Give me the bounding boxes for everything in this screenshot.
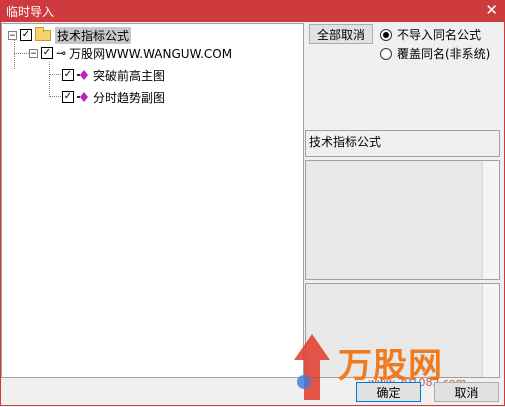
- description-panel[interactable]: [305, 160, 500, 280]
- skip-duplicates-option[interactable]: 不导入同名公式: [380, 26, 481, 43]
- formula-icon: [77, 70, 88, 80]
- tree-node-formula[interactable]: ✓ 分时趋势副图: [62, 88, 165, 106]
- category-label: 技术指标公式: [309, 135, 382, 149]
- tree-node-label: 技术指标公式: [55, 26, 132, 44]
- ok-button[interactable]: 确定: [356, 382, 421, 402]
- option-label: 不导入同名公式: [397, 28, 482, 42]
- key-icon: ⊸: [56, 46, 67, 60]
- collapse-icon[interactable]: −: [29, 48, 38, 58]
- tree-node-label: 突破前高主图: [93, 68, 166, 83]
- option-label: 覆盖同名(非系统): [397, 47, 491, 61]
- title-bar: 临时导入 ✕: [0, 0, 505, 22]
- tree-connector: [49, 62, 50, 97]
- tree-node-label: 分时趋势副图: [93, 90, 166, 105]
- close-icon[interactable]: ✕: [485, 1, 498, 19]
- radio-button[interactable]: [380, 47, 392, 60]
- cancel-button[interactable]: 取消: [434, 382, 499, 402]
- formula-tree[interactable]: − ✓ 技术指标公式 − ✓ ⊸ 万股网WWW.WANGUW.COM ✓ 突破前…: [1, 23, 304, 378]
- tree-node-root[interactable]: − ✓ 技术指标公式: [8, 26, 132, 44]
- formula-checkbox[interactable]: ✓: [62, 91, 74, 103]
- tree-node-formula[interactable]: ✓ 突破前高主图: [62, 66, 165, 84]
- folder-icon: [35, 26, 51, 41]
- scrollbar[interactable]: [482, 161, 499, 279]
- overwrite-option[interactable]: 覆盖同名(非系统): [380, 45, 490, 62]
- radio-button[interactable]: [380, 28, 392, 41]
- collapse-icon[interactable]: −: [8, 30, 17, 40]
- tree-connector: [14, 53, 29, 54]
- root-checkbox[interactable]: ✓: [20, 29, 32, 41]
- source-checkbox[interactable]: ✓: [41, 47, 53, 59]
- formula-icon: [77, 92, 88, 102]
- tree-node-label: 万股网WWW.WANGUW.COM: [69, 46, 233, 61]
- window-title: 临时导入: [6, 5, 55, 19]
- toggle-all-button[interactable]: 全部取消: [309, 24, 373, 44]
- scrollbar[interactable]: [482, 284, 499, 377]
- tree-connector: [49, 74, 61, 75]
- brand-logo-icon: [294, 334, 330, 400]
- formula-checkbox[interactable]: ✓: [62, 69, 74, 81]
- tree-node-source[interactable]: − ✓ ⊸ 万股网WWW.WANGUW.COM: [29, 44, 232, 62]
- tree-connector: [49, 96, 61, 97]
- category-info: 技术指标公式: [305, 130, 500, 157]
